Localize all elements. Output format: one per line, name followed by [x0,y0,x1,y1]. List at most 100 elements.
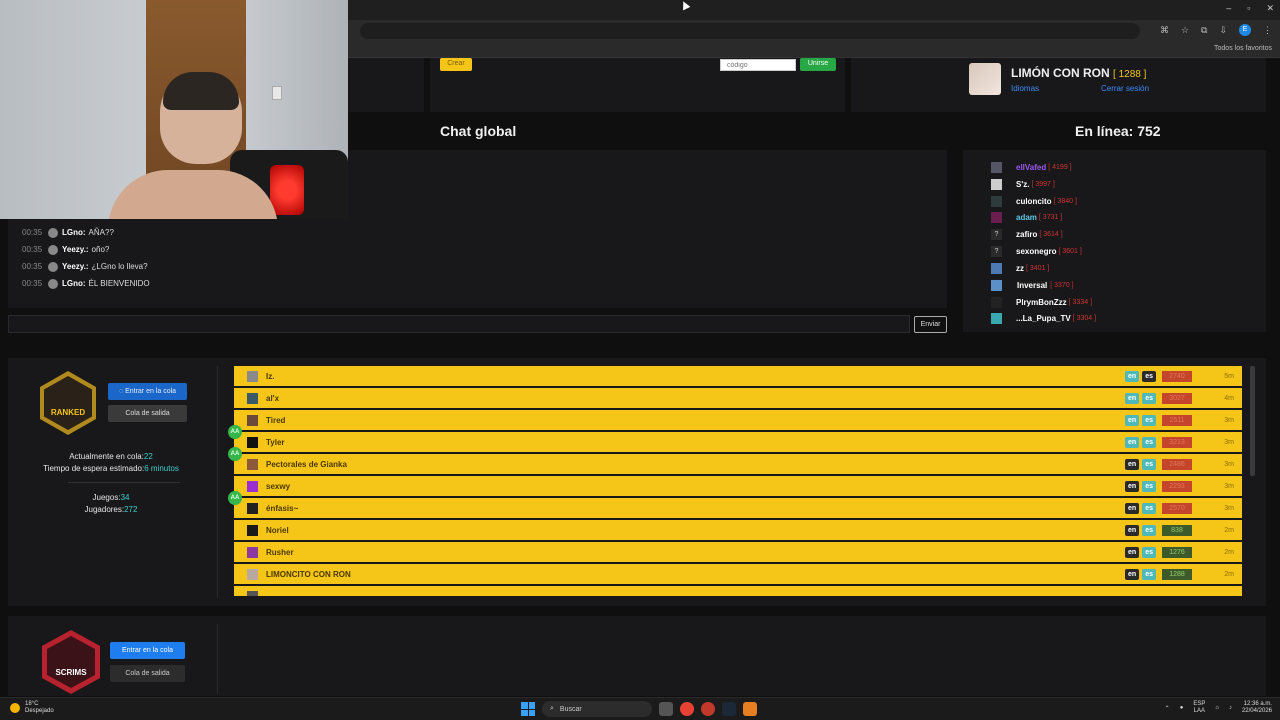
profile-name-text: LIMÓN CON RON [1011,66,1110,80]
message-user[interactable]: LGno: [62,228,86,237]
queue-row[interactable]: Pectorales de Gianka en es 2486 3m [234,454,1242,474]
windows-start-icon[interactable] [521,702,535,716]
lang-tag: es [1142,524,1156,536]
languages-link[interactable]: Idiomas [1011,84,1039,93]
queue-row[interactable]: Tyler en es 3213 3m [234,432,1242,452]
translate-icon[interactable]: ⌘ [1160,25,1169,36]
task-view-icon[interactable] [659,702,673,716]
chrome-icon[interactable] [680,702,694,716]
toolbar-icons: ⌘ ☆ ⧉ ⇩ E ⋮ [1160,24,1272,36]
online-user[interactable]: culoncito[ 3840 ] [991,193,1077,209]
online-user[interactable]: Inversal[ 3370 ] [991,277,1074,293]
user-name: ...La_Pupa_TV [1016,313,1071,323]
user-elo: [ 3614 ] [1039,230,1063,238]
message-user[interactable]: LGno: [62,279,86,288]
online-user[interactable]: PlrymBonZzz[ 3334 ] [991,294,1092,310]
player-avatar [247,546,258,558]
avatar[interactable] [969,63,1001,95]
steam-icon[interactable] [722,702,736,716]
online-user[interactable]: ...La_Pupa_TV[ 3304 ] [991,310,1096,326]
games-count: Juegos:34 [11,493,211,502]
online-users-list[interactable]: elIVafed[ 4199 ] S'z.[ 3997 ] culoncito[… [963,150,1266,332]
online-user[interactable]: zz[ 3401 ] [991,260,1049,276]
queue-row[interactable]: Rusher en es 1276 2m [234,542,1242,562]
top-left-panel [348,58,424,112]
extensions-icon[interactable]: ⧉ [1201,25,1207,36]
message-user[interactable]: Yeezy.: [62,245,89,254]
queue-row[interactable]: LIMONCITO CON RON en es 1288 2m [234,564,1242,584]
player-avatar [247,370,258,382]
app-icon-2[interactable] [743,702,757,716]
join-button[interactable]: Unirse [800,58,836,71]
weather-temp: 18°C [25,701,39,707]
user-avatar [991,195,1002,207]
player-elo: 3213 [1162,436,1192,448]
language-indicator[interactable]: ESP LAA [1193,701,1205,715]
queue-time: 3m [1224,438,1234,446]
user-avatar [991,279,1002,291]
player-tags: en es 3027 4m [1125,388,1242,408]
player-tags: en es 2740 5m [1125,366,1242,386]
volume-icon[interactable]: ♪ [1229,705,1232,711]
close-icon[interactable]: ✕ [1266,3,1274,14]
queue-row[interactable] [234,586,1242,596]
online-user[interactable]: elIVafed[ 4199 ] [991,159,1072,175]
queue-row[interactable]: Iz. en es 2740 5m [234,366,1242,386]
network-icon[interactable]: ⌂ [1215,705,1219,711]
player-avatar [247,568,258,580]
queue-list[interactable]: Iz. en es 2740 5m al'x en es 3027 4m Tired en es 25… [234,366,1242,596]
queue-row[interactable]: énfasis~ en es 2570 3m [234,498,1242,518]
queue-row[interactable]: Tired en es 2511 3m [234,410,1242,430]
minimize-icon[interactable]: – [1226,3,1231,14]
aa-badge: AA [228,447,242,461]
queue-time: 3m [1224,416,1234,424]
code-input[interactable] [720,59,796,71]
leave-queue-button[interactable]: Cola de salida [108,405,187,422]
lang-tag: es [1142,370,1156,382]
chat-input[interactable] [8,315,910,333]
weather-widget[interactable]: 18°C Despejado [10,701,54,715]
message-user[interactable]: Yeezy.: [62,262,89,271]
all-bookmarks-link[interactable]: Todos los favoritos [1214,45,1272,52]
online-user[interactable]: S'z.[ 3997 ] [991,176,1055,192]
menu-icon[interactable]: ⋮ [1263,25,1272,36]
system-tray: ⌃ ● ESP LAA ⌂ ♪ 12:36 a.m. 22/04/2026 [1165,701,1272,715]
logout-link[interactable]: Cerrar sesión [1101,84,1149,93]
online-user[interactable]: ? sexonegro[ 3601 ] [991,243,1082,259]
app-icon[interactable] [701,702,715,716]
lang-tag: es [1142,414,1156,426]
online-user[interactable]: ? zafiro[ 3614 ] [991,226,1063,242]
players-value: 272 [124,505,138,514]
mic-icon[interactable]: ● [1180,705,1184,711]
scrims-enter-queue-button[interactable]: Entrar en la cola [110,642,185,659]
url-field[interactable] [360,23,1140,39]
taskbar-search[interactable]: ⌕ Buscar [542,701,652,717]
lang-tag: en [1125,370,1140,382]
send-button[interactable]: Enviar [914,316,947,333]
queue-row[interactable]: sexwy en es 2293 3m [234,476,1242,496]
create-button[interactable]: Crear [440,58,472,71]
queue-scrollbar[interactable] [1250,366,1255,476]
scrims-leave-queue-button[interactable]: Cola de salida [110,665,185,682]
queue-row[interactable]: al'x en es 3027 4m [234,388,1242,408]
lang-tag: en [1125,546,1140,558]
lang-tag: es [1142,480,1156,492]
player-name: al'x [266,393,280,403]
user-avatar [991,262,1002,274]
profile-avatar[interactable]: E [1239,24,1251,36]
star-icon[interactable]: ☆ [1181,25,1189,36]
message-avatar [48,261,58,272]
player-elo: 2570 [1162,502,1192,514]
downloads-icon[interactable]: ⇩ [1219,25,1227,36]
chevron-up-icon[interactable]: ⌃ [1165,705,1170,712]
aa-badge: AA [228,425,242,439]
lang-tag: en [1125,568,1140,580]
enter-queue-button[interactable]: ◌ Entrar en la cola [108,383,187,400]
clock[interactable]: 12:36 a.m. 22/04/2026 [1242,701,1272,715]
online-user[interactable]: adam[ 3731 ] [991,209,1062,225]
webcam-person-hair [163,72,239,110]
queue-row[interactable]: Noriel en es 838 2m [234,520,1242,540]
maximize-icon[interactable]: ▫ [1247,3,1250,14]
lang-layout: LAA [1193,708,1205,714]
message-avatar [48,244,58,255]
